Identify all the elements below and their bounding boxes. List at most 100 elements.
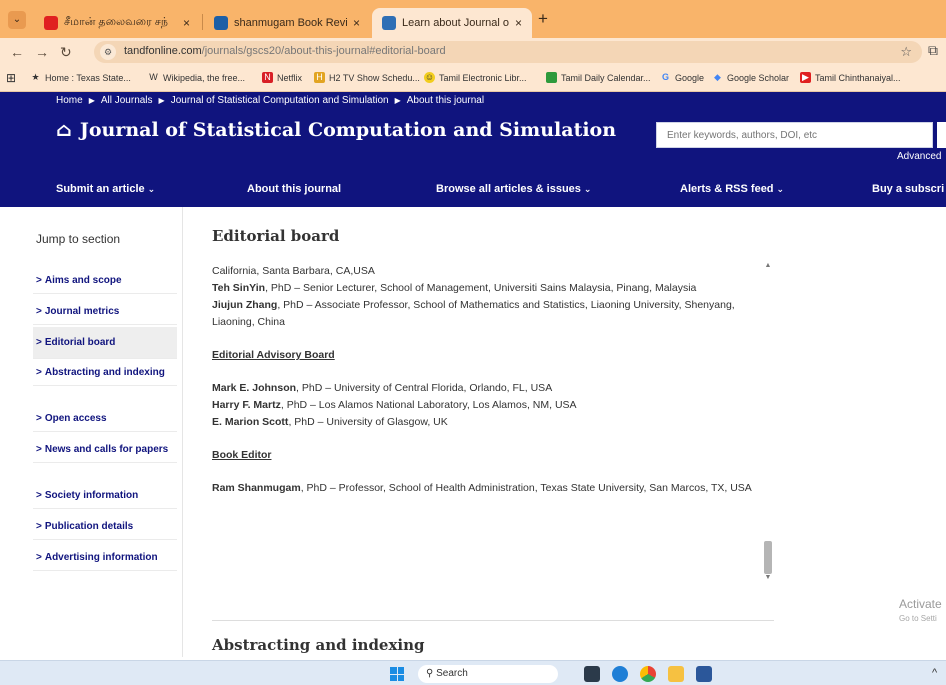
sidebar-item-label: Advertising information <box>44 552 158 563</box>
bookmark-texas-state[interactable]: ★ Home : Texas State... <box>30 72 130 83</box>
new-tab-button[interactable]: + <box>538 10 548 27</box>
bookmark-netflix[interactable]: N Netflix <box>262 72 302 83</box>
taskbar-search[interactable]: ⚲ Search <box>418 665 558 683</box>
chevron-right-icon: > <box>36 552 42 563</box>
apps-grid-icon[interactable]: ⊞ <box>6 71 16 85</box>
breadcrumb-all-journals[interactable]: All Journals <box>101 95 153 106</box>
board-member: Ram Shanmugam, PhD – Professor, School o… <box>212 480 764 497</box>
bookmark-google[interactable]: G Google <box>660 72 704 83</box>
url-text: tandfonline.com/journals/gscs20/about-th… <box>124 45 446 57</box>
breadcrumb-home[interactable]: Home <box>56 95 83 106</box>
tab-title: shanmugam Book Reviews - Sc <box>234 17 347 29</box>
activate-windows-watermark: Activate <box>899 597 942 611</box>
chrome-icon[interactable] <box>640 666 656 682</box>
calendar-icon <box>546 72 557 83</box>
sidebar-item-label: Society information <box>44 490 139 501</box>
nav-label: Buy a subscri <box>872 183 945 195</box>
forward-arrow-icon[interactable]: → <box>35 43 49 61</box>
extensions-icon[interactable]: ⧉ <box>928 42 938 59</box>
scrollbar[interactable] <box>762 262 774 584</box>
book-editor-heading: Book Editor <box>212 449 272 461</box>
task-view-icon[interactable] <box>584 666 600 682</box>
bookmark-star-icon[interactable]: ☆ <box>900 44 912 60</box>
jump-to-section-sidebar: Jump to section > Aims and scope > Journal… <box>33 207 183 657</box>
divider <box>212 620 774 621</box>
close-icon[interactable]: × <box>183 16 190 30</box>
sidebar-item-publication-details[interactable]: > Publication details <box>33 515 177 540</box>
youtube-icon: ▶ <box>800 72 811 83</box>
address-bar-row: ← → ↻ ⚙ tandfonline.com/journals/gscs20/… <box>0 38 946 66</box>
chevron-right-icon: > <box>36 306 42 317</box>
bookmark-google-scholar[interactable]: ◆ Google Scholar <box>712 72 789 83</box>
nav-buy-subscription[interactable]: Buy a subscri <box>872 183 944 195</box>
sidebar-item-advertising-information[interactable]: > Advertising information <box>33 546 177 571</box>
sidebar-item-label: Publication details <box>44 521 134 532</box>
caret-right-icon: ▶ <box>394 96 401 105</box>
windows-start-icon[interactable] <box>390 667 404 681</box>
journal-title-text: Journal of Statistical Computation and S… <box>79 119 617 141</box>
url-input[interactable]: ⚙ tandfonline.com/journals/gscs20/about-… <box>94 41 922 63</box>
member-details: , PhD – Los Alamos National Laboratory, … <box>280 399 577 411</box>
scholar-icon: ◆ <box>714 72 721 82</box>
word-icon[interactable] <box>696 666 712 682</box>
advisory-board-heading: Editorial Advisory Board <box>212 349 335 361</box>
board-member: Jiujun Zhang, PhD – Associate Professor,… <box>212 297 764 331</box>
nav-alerts-rss[interactable]: Alerts & RSS feed ⌄ <box>680 183 784 195</box>
bookmark-tamil-chinthanaiyal[interactable]: ▶ Tamil Chinthanaiyal... <box>800 72 901 83</box>
chevron-right-icon: > <box>36 444 42 455</box>
bookmark-tamil-library[interactable]: ☺ Tamil Electronic Libr... <box>424 72 527 83</box>
scroll-up-arrow-icon[interactable]: ▲ <box>762 262 774 269</box>
bookmark-label: Netflix <box>277 72 303 83</box>
member-details: , PhD – Senior Lecturer, School of Manag… <box>265 282 697 294</box>
sidebar-item-editorial-board[interactable]: > Editorial board <box>33 327 177 359</box>
search-button[interactable] <box>937 122 946 148</box>
back-arrow-icon[interactable]: ← <box>10 43 24 61</box>
reload-icon[interactable]: ↻ <box>60 43 72 61</box>
chevron-down-icon: ⌄ <box>583 184 592 194</box>
bookmark-tamil-calendar[interactable]: Tamil Daily Calendar... <box>546 72 651 83</box>
nav-about-journal[interactable]: About this journal <box>247 183 341 195</box>
browser-tab-active[interactable]: Learn about Journal of Statistic × <box>372 8 532 38</box>
sidebar-item-abstracting-indexing[interactable]: > Abstracting and indexing <box>33 361 177 386</box>
bookmark-h2-tv[interactable]: H H2 TV Show Schedu... <box>314 72 420 83</box>
file-explorer-icon[interactable] <box>668 666 684 682</box>
chevron-down-icon: ⌄ <box>147 184 156 194</box>
outlook-icon[interactable] <box>612 666 628 682</box>
home-icon: ⌂ <box>56 119 72 141</box>
taskbar-search-label: Search <box>436 668 468 679</box>
sidebar-item-label: News and calls for papers <box>44 444 169 455</box>
caret-right-icon: ▶ <box>88 96 95 105</box>
system-tray-chevron-icon[interactable]: ^ <box>932 667 937 679</box>
journal-title[interactable]: ⌂ Journal of Statistical Computation and… <box>56 119 616 141</box>
bookmark-wikipedia[interactable]: W Wikipedia, the free... <box>148 72 245 83</box>
close-icon[interactable]: × <box>515 16 522 30</box>
sidebar-item-aims-scope[interactable]: > Aims and scope <box>33 269 177 294</box>
member-name: E. Marion Scott <box>212 416 289 428</box>
google-icon: G <box>661 72 669 82</box>
close-icon[interactable]: × <box>353 16 360 30</box>
sidebar-item-open-access[interactable]: > Open access <box>33 407 177 432</box>
advanced-search-link[interactable]: Advanced <box>897 151 941 162</box>
sidebar-item-news-calls[interactable]: > News and calls for papers <box>33 438 177 463</box>
site-info-icon[interactable]: ⚙ <box>100 44 116 60</box>
tab-list-chevron-icon[interactable]: ⌄ <box>8 11 26 29</box>
main-navigation: Submit an article ⌄ About this journal Br… <box>0 172 946 207</box>
nav-submit-article[interactable]: Submit an article ⌄ <box>56 183 155 195</box>
sidebar-item-society-information[interactable]: > Society information <box>33 484 177 509</box>
scroll-down-arrow-icon[interactable]: ▼ <box>762 574 774 581</box>
nav-browse-articles[interactable]: Browse all articles & issues ⌄ <box>436 183 591 195</box>
breadcrumb: Home ▶ All Journals ▶ Journal of Statistical… <box>56 95 484 106</box>
tandf-favicon-icon <box>382 16 396 30</box>
editorial-board-scroll-area[interactable]: California, Santa Barbara, CA,USA Teh Si… <box>212 263 764 583</box>
chevron-right-icon: > <box>36 367 42 378</box>
breadcrumb-journal[interactable]: Journal of Statistical Computation and S… <box>171 95 389 106</box>
browser-tab-2[interactable]: shanmugam Book Reviews - Sc × <box>204 8 370 38</box>
sidebar-item-journal-metrics[interactable]: > Journal metrics <box>33 300 177 325</box>
bookmark-label: Tamil Electronic Libr... <box>439 72 527 83</box>
search-input[interactable] <box>656 122 933 148</box>
windows-taskbar: ⚲ Search ^ <box>0 660 946 685</box>
nav-label: Browse all articles & issues <box>436 183 581 195</box>
member-name: Ram Shanmugam <box>212 482 301 494</box>
scrollbar-thumb[interactable] <box>764 541 772 574</box>
browser-tab-1[interactable]: சீமான் தலைவரை சந் × <box>34 8 200 38</box>
